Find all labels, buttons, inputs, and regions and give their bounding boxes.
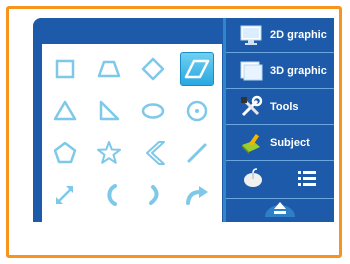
toolbox-window: 2D graphic 3D graphic Tools Subject xyxy=(33,18,334,222)
menu-item-tools[interactable]: Tools xyxy=(226,90,334,124)
menu-separator xyxy=(226,88,334,89)
eject-button[interactable] xyxy=(226,200,334,222)
arc-shape-button[interactable] xyxy=(92,178,126,212)
trapezoid-icon xyxy=(97,60,121,78)
curve-shape-button[interactable] xyxy=(136,178,170,212)
chevron-icon xyxy=(146,141,165,165)
curved-arrow-icon xyxy=(186,186,208,205)
right-triangle-shape-button[interactable] xyxy=(92,94,126,128)
double-arrow-icon xyxy=(56,186,73,204)
chevron-shape-button[interactable] xyxy=(136,136,170,170)
right-triangle-icon xyxy=(99,100,120,121)
diamond-icon xyxy=(141,57,165,81)
menu-item-label: 2D graphic xyxy=(270,29,327,41)
tools-icon xyxy=(238,94,264,120)
parallelogram-icon xyxy=(184,59,210,79)
double-arrow-shape-button[interactable] xyxy=(48,178,82,212)
menu-separator xyxy=(226,52,334,53)
trapezoid-shape-button[interactable] xyxy=(92,52,126,86)
menu-item-label: Tools xyxy=(270,101,299,113)
line-icon xyxy=(187,143,207,163)
diamond-shape-button[interactable] xyxy=(136,52,170,86)
mouse-icon[interactable] xyxy=(242,167,264,193)
pentagon-shape-button[interactable] xyxy=(48,136,82,170)
curve-icon xyxy=(149,185,159,205)
square-shape-button[interactable] xyxy=(48,52,82,86)
triangle-icon xyxy=(53,100,77,121)
3d-graphic-icon xyxy=(238,58,264,84)
menu-separator xyxy=(226,160,334,161)
star-shape-button[interactable] xyxy=(92,136,126,170)
parallelogram-shape-button[interactable] xyxy=(180,52,214,86)
eject-icon xyxy=(265,197,295,222)
ellipse-shape-button[interactable] xyxy=(136,94,170,128)
menu-item-label: 3D graphic xyxy=(270,65,327,77)
subject-icon xyxy=(238,130,264,156)
circle-icon xyxy=(186,100,208,122)
circle-shape-button[interactable] xyxy=(180,94,214,128)
square-icon xyxy=(55,59,75,79)
triangle-shape-button[interactable] xyxy=(48,94,82,128)
arc-icon xyxy=(107,184,117,206)
line-shape-button[interactable] xyxy=(180,136,214,170)
pentagon-icon xyxy=(53,141,77,164)
star-icon xyxy=(97,141,121,164)
side-menu: 2D graphic 3D graphic Tools Subject xyxy=(226,18,334,222)
curved-arrow-shape-button[interactable] xyxy=(180,178,214,212)
menu-item-subject[interactable]: Subject xyxy=(226,126,334,160)
menu-item-2d-graphic[interactable]: 2D graphic xyxy=(226,18,334,52)
2d-graphic-icon xyxy=(238,22,264,48)
list-icon[interactable] xyxy=(296,168,318,193)
menu-separator xyxy=(226,124,334,125)
bottom-icon-row xyxy=(226,164,334,196)
ellipse-icon xyxy=(141,103,165,119)
menu-item-label: Subject xyxy=(270,137,310,149)
shape-panel xyxy=(42,44,222,222)
menu-item-3d-graphic[interactable]: 3D graphic xyxy=(226,54,334,88)
